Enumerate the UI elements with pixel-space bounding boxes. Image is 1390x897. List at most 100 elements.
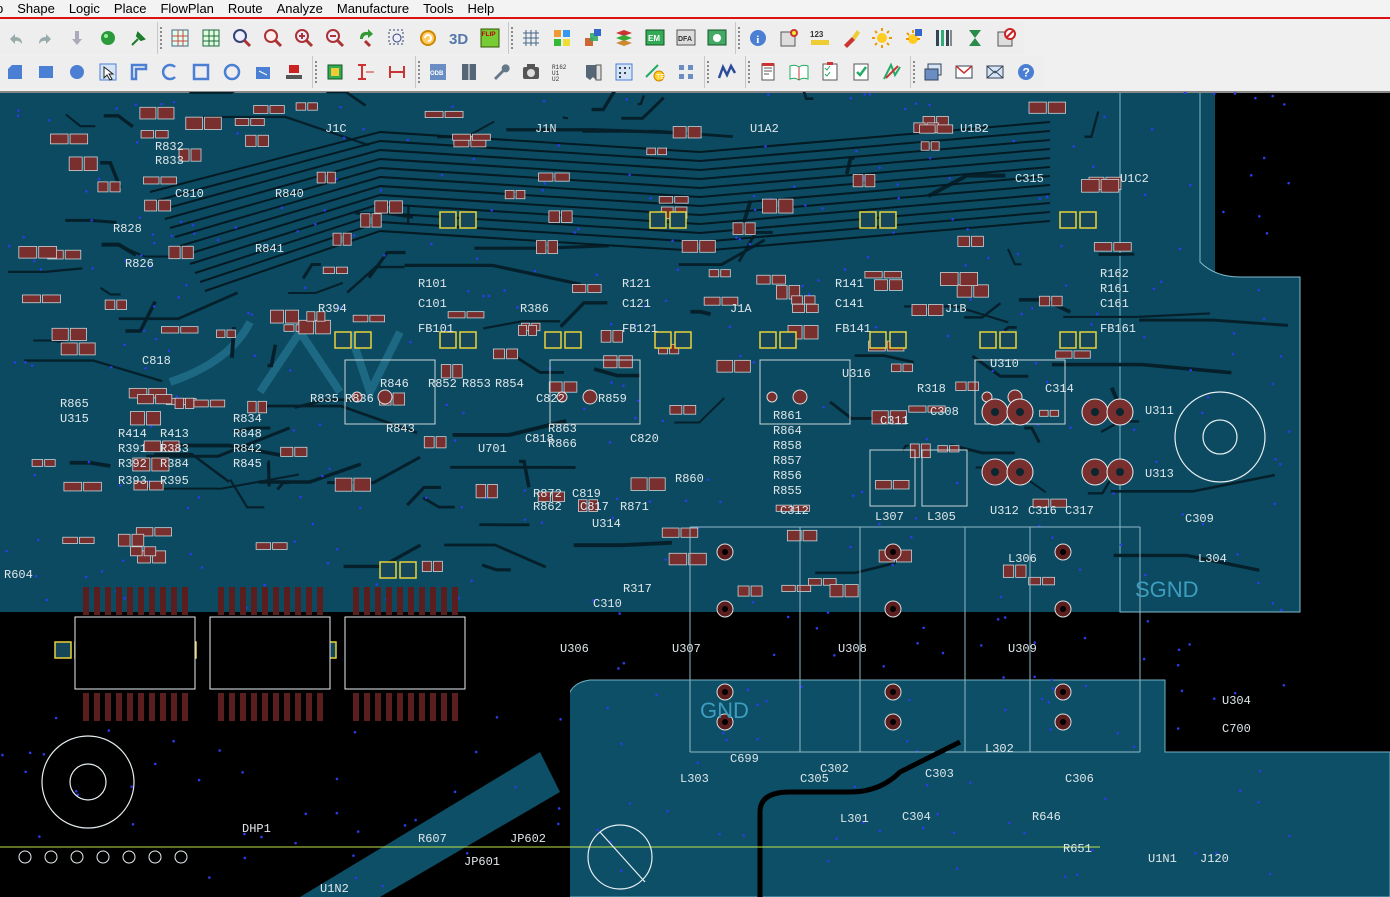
zoom-out-button[interactable] [322, 25, 348, 51]
menu-place[interactable]: Place [107, 0, 154, 17]
zoom-previous-button[interactable] [353, 25, 379, 51]
info-button[interactable]: i [745, 25, 771, 51]
bars-button[interactable] [931, 25, 957, 51]
menu-tools[interactable]: Tools [416, 0, 460, 17]
rectangle-button[interactable] [33, 59, 59, 85]
power-via-hole [1060, 719, 1066, 725]
mail2-button[interactable] [982, 59, 1008, 85]
report-button[interactable] [755, 59, 781, 85]
toolbar-grip[interactable] [738, 27, 742, 49]
toolbar-grip[interactable] [748, 61, 752, 83]
array-button[interactable] [673, 59, 699, 85]
windows-button[interactable] [920, 59, 946, 85]
cutout-button[interactable] [281, 59, 307, 85]
menu-manufacture[interactable]: Manufacture [330, 0, 416, 17]
select-button[interactable] [95, 59, 121, 85]
ring-button[interactable] [219, 59, 245, 85]
down-arrow-button[interactable] [64, 25, 90, 51]
dimension-h-button[interactable] [384, 59, 410, 85]
highlighted-pad [400, 562, 416, 578]
zoom-select-button[interactable] [384, 25, 410, 51]
circle-button[interactable] [64, 59, 90, 85]
odb-button[interactable]: ODB [425, 59, 451, 85]
menu-help[interactable]: Help [460, 0, 501, 17]
measure-button[interactable] [776, 25, 802, 51]
silkscreen-label: U310 [990, 357, 1019, 371]
drc-button[interactable] [704, 25, 730, 51]
route-button[interactable] [714, 59, 740, 85]
book-button[interactable] [456, 59, 482, 85]
green-ball-button[interactable] [95, 25, 121, 51]
ic-pin [375, 587, 381, 615]
smd-pad [555, 173, 569, 181]
notes-button[interactable] [580, 59, 606, 85]
help-button[interactable]: ? [1013, 59, 1039, 85]
highlight-button[interactable] [838, 25, 864, 51]
smd-pad [70, 328, 86, 340]
silkscreen-label: U1A2 [750, 122, 779, 136]
light2-button[interactable] [900, 25, 926, 51]
grid-board2-icon [200, 27, 222, 49]
stack-button[interactable] [611, 25, 637, 51]
refresh-button[interactable] [415, 25, 441, 51]
zoom-fit-button[interactable] [229, 25, 255, 51]
redo-button[interactable] [33, 25, 59, 51]
disable-button[interactable] [993, 25, 1019, 51]
menu-route[interactable]: Route [221, 0, 270, 17]
toolbar-grip[interactable] [511, 27, 515, 49]
grid-board-button[interactable] [167, 25, 193, 51]
undo-button[interactable] [2, 25, 28, 51]
toolbar-grip[interactable] [707, 61, 711, 83]
grid-board2-button[interactable] [198, 25, 224, 51]
pcb-board-view[interactable]: R828R826R832R833C810R840R841R834R848R842… [0, 92, 1390, 897]
via [1052, 687, 1055, 690]
matrix-button[interactable] [611, 59, 637, 85]
svg-text:?: ? [1022, 66, 1029, 80]
grid-button[interactable] [518, 25, 544, 51]
checklist-button[interactable] [817, 59, 843, 85]
menu-file-partial[interactable]: p [0, 0, 10, 17]
menu-shape[interactable]: Shape [10, 0, 62, 17]
em-button[interactable]: EM [642, 25, 668, 51]
square-button[interactable] [188, 59, 214, 85]
poly-corner-button[interactable] [126, 59, 152, 85]
slot-button[interactable] [250, 59, 276, 85]
pcb-design-canvas[interactable]: R828R826R832R833C810R840R841R834R848R842… [0, 91, 1390, 897]
toolbar-grip[interactable] [315, 61, 319, 83]
color-button[interactable] [549, 25, 575, 51]
list-button[interactable]: R162U1 U2 [549, 59, 575, 85]
smd-pad [717, 360, 733, 372]
mail-button[interactable] [951, 59, 977, 85]
flip-button[interactable]: FLIP [477, 25, 503, 51]
menu-analyze[interactable]: Analyze [270, 0, 330, 17]
shape-corner-button[interactable] [2, 59, 28, 85]
layers-button[interactable] [580, 25, 606, 51]
pin-button[interactable] [126, 25, 152, 51]
toolbar-grip[interactable] [418, 61, 422, 83]
menu-logic[interactable]: Logic [62, 0, 107, 17]
via [335, 178, 338, 181]
toolbar-grip[interactable] [160, 27, 164, 49]
component-button[interactable] [322, 59, 348, 85]
tag-button[interactable]: TE [642, 59, 668, 85]
arc-button[interactable] [157, 59, 183, 85]
book-open-button[interactable] [786, 59, 812, 85]
signal-button[interactable] [879, 59, 905, 85]
light-button[interactable] [869, 25, 895, 51]
via [942, 652, 945, 655]
dimension-v-button[interactable] [353, 59, 379, 85]
wrench-button[interactable] [487, 59, 513, 85]
view-3d-button[interactable]: 3D [446, 25, 472, 51]
numbering-button[interactable]: 123 [807, 25, 833, 51]
zoom-window-button[interactable] [260, 25, 286, 51]
via [150, 425, 153, 428]
dfa-button[interactable]: DFA [673, 25, 699, 51]
hourglass-button[interactable] [962, 25, 988, 51]
check-button[interactable] [848, 59, 874, 85]
menu-flowplan[interactable]: FlowPlan [153, 0, 220, 17]
zoom-in-button[interactable] [291, 25, 317, 51]
smd-pad [804, 325, 818, 339]
camera-button[interactable] [518, 59, 544, 85]
toolbar-grip[interactable] [913, 61, 917, 83]
via [115, 107, 118, 110]
